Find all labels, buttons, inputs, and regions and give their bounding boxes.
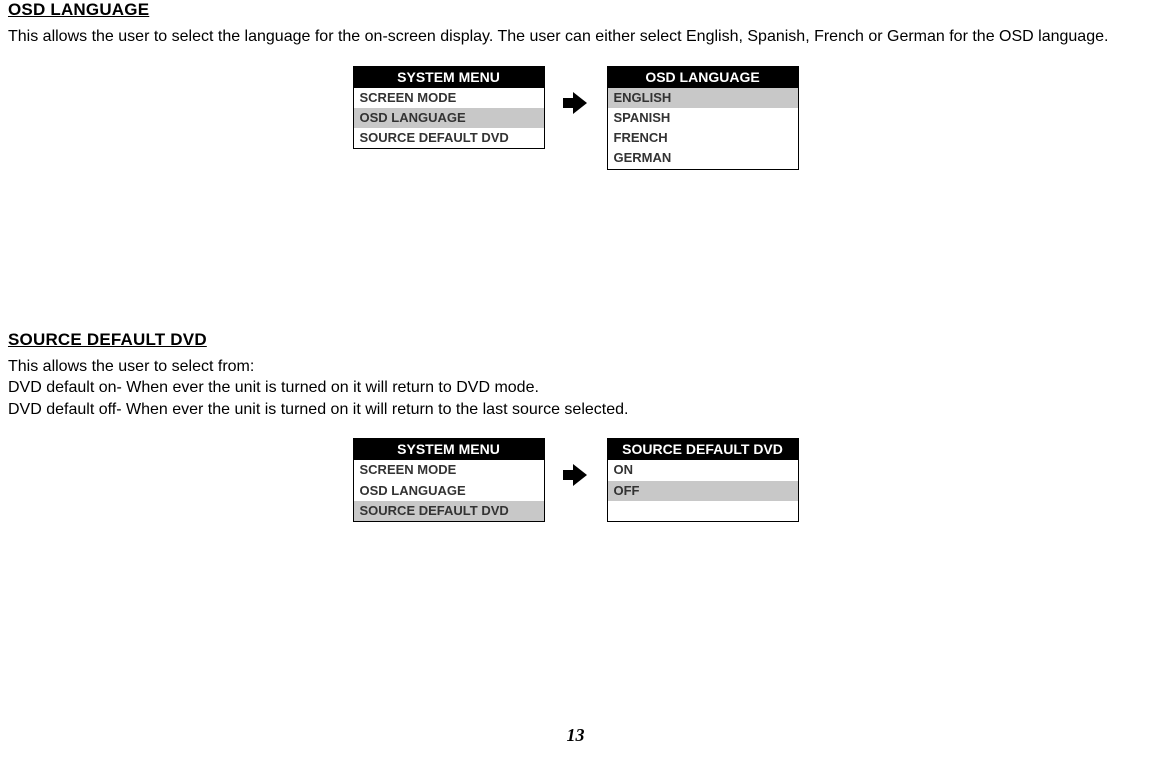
source-default-menu-group: SYSTEM MENU SCREEN MODE OSD LANGUAGE SOU…: [8, 438, 1143, 522]
source-default-line2: DVD default on- When ever the unit is tu…: [8, 377, 1143, 399]
menu1-right-item-3: GERMAN: [608, 148, 798, 168]
source-default-submenu-title: SOURCE DEFAULT DVD: [608, 439, 798, 460]
menu1-left-item-0: SCREEN MODE: [354, 88, 544, 108]
osd-language-menu-group: SYSTEM MENU SCREEN MODE OSD LANGUAGE SOU…: [8, 66, 1143, 170]
osd-language-heading: OSD LANGUAGE: [8, 0, 1143, 20]
source-default-text: This allows the user to select from: DVD…: [8, 356, 1143, 421]
osd-language-text: This allows the user to select the langu…: [8, 26, 1143, 48]
page-number: 13: [0, 725, 1151, 746]
menu2-left-item-1: OSD LANGUAGE: [354, 481, 544, 501]
menu2-right-item-2: [608, 501, 798, 521]
menu1-left-item-1: OSD LANGUAGE: [354, 108, 544, 128]
menu1-right-item-2: FRENCH: [608, 128, 798, 148]
menu1-right-item-0: ENGLISH: [608, 88, 798, 108]
system-menu-title-2: SYSTEM MENU: [354, 439, 544, 460]
source-default-heading: SOURCE DEFAULT DVD: [8, 330, 1143, 350]
menu2-left-item-2: SOURCE DEFAULT DVD: [354, 501, 544, 521]
arrow-right-1: [563, 66, 589, 121]
source-default-submenu-box: SOURCE DEFAULT DVD ON OFF: [607, 438, 799, 522]
osd-language-submenu-title: OSD LANGUAGE: [608, 67, 798, 88]
system-menu-box-2: SYSTEM MENU SCREEN MODE OSD LANGUAGE SOU…: [353, 438, 545, 522]
osd-language-submenu-box: OSD LANGUAGE ENGLISH SPANISH FRENCH GERM…: [607, 66, 799, 170]
source-default-line3: DVD default off- When ever the unit is t…: [8, 399, 1143, 421]
system-menu-title-1: SYSTEM MENU: [354, 67, 544, 88]
menu1-right-item-1: SPANISH: [608, 108, 798, 128]
menu2-right-item-1: OFF: [608, 481, 798, 501]
menu2-left-item-0: SCREEN MODE: [354, 460, 544, 480]
menu1-left-item-2: SOURCE DEFAULT DVD: [354, 128, 544, 148]
source-default-line1: This allows the user to select from:: [8, 356, 1143, 378]
menu2-right-item-0: ON: [608, 460, 798, 480]
arrow-right-2: [563, 438, 589, 493]
system-menu-box-1: SYSTEM MENU SCREEN MODE OSD LANGUAGE SOU…: [353, 66, 545, 150]
